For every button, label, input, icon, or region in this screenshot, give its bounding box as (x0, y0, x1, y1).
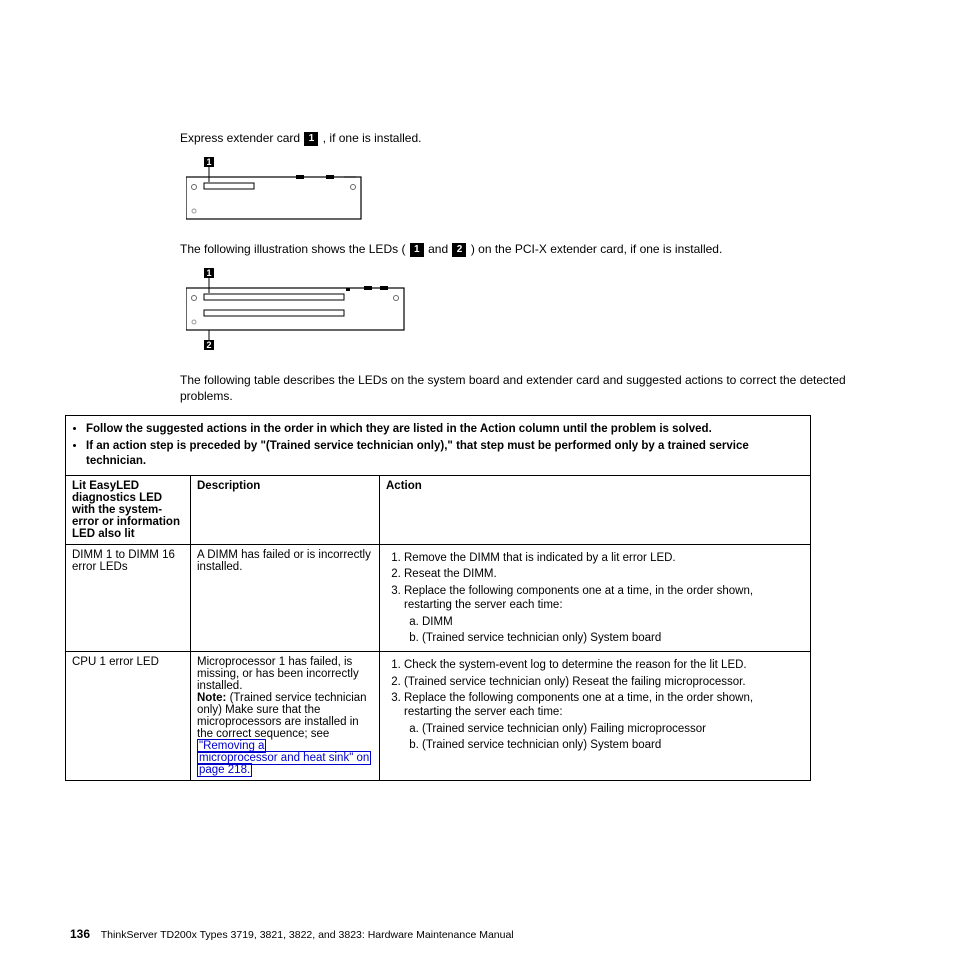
col3-header: Action (380, 476, 811, 545)
r1c3: Remove the DIMM that is indicated by a l… (380, 545, 811, 652)
diagram-pcix-extender: 1 2 (186, 268, 884, 358)
diagram-express-extender: 1 (186, 157, 884, 227)
r2-a3a: (Trained service technician only) Failin… (422, 722, 804, 736)
r1-a3: Replace the following components one at … (404, 585, 753, 611)
intro1-b: , if one is installed. (323, 131, 422, 145)
mid-b: ) on the PCI-X extender card, if one is … (471, 242, 722, 256)
r2-a3b: (Trained service technician only) System… (422, 738, 804, 752)
r1-a2: Reseat the DIMM. (404, 567, 804, 581)
led-table: Follow the suggested actions in the orde… (65, 415, 811, 781)
note-cell: Follow the suggested actions in the orde… (66, 416, 811, 476)
table-row: CPU 1 error LED Microprocessor 1 has fai… (66, 652, 811, 781)
note-2: If an action step is preceded by "(Train… (86, 440, 749, 467)
callout-2-mid-icon: 2 (452, 243, 466, 257)
mid-and: and (428, 242, 451, 256)
table-intro: The following table describes the LEDs o… (180, 372, 884, 406)
note-1: Follow the suggested actions in the orde… (86, 423, 712, 435)
r1-a3a: DIMM (422, 615, 804, 629)
intro-line-1: Express extender card 1 , if one is inst… (180, 130, 884, 147)
page-footer: 136 ThinkServer TD200x Types 3719, 3821,… (70, 927, 514, 941)
r2c2a: Microprocessor 1 has failed, is missing,… (197, 656, 359, 692)
intro1-a: Express extender card (180, 131, 303, 145)
svg-text:1: 1 (206, 157, 211, 167)
r1-a3b: (Trained service technician only) System… (422, 631, 804, 645)
footer-title: ThinkServer TD200x Types 3719, 3821, 382… (101, 929, 514, 941)
callout-1-icon: 1 (304, 132, 318, 146)
r2-a3: Replace the following components one at … (404, 692, 753, 718)
page-number: 136 (70, 927, 90, 941)
svg-text:1: 1 (206, 268, 211, 278)
r1c1: DIMM 1 to DIMM 16 error LEDs (66, 545, 191, 652)
cross-ref-link[interactable]: page 218. (197, 763, 252, 777)
r2c2: Microprocessor 1 has failed, is missing,… (191, 652, 380, 781)
col2-header: Description (191, 476, 380, 545)
r2c2-note-label: Note: (197, 692, 226, 704)
r2-a1: Check the system-event log to determine … (404, 658, 804, 672)
table-row: DIMM 1 to DIMM 16 error LEDs A DIMM has … (66, 545, 811, 652)
svg-text:2: 2 (206, 340, 211, 350)
mid-para: The following illustration shows the LED… (180, 241, 884, 258)
r2-a2: (Trained service technician only) Reseat… (404, 675, 804, 689)
mid-a: The following illustration shows the LED… (180, 242, 409, 256)
r1-a1: Remove the DIMM that is indicated by a l… (404, 551, 804, 565)
col1-header: Lit EasyLED diagnostics LED with the sys… (66, 476, 191, 545)
r1c2: A DIMM has failed or is incorrectly inst… (191, 545, 380, 652)
r2c3: Check the system-event log to determine … (380, 652, 811, 781)
callout-1-mid-icon: 1 (410, 243, 424, 257)
r2c1: CPU 1 error LED (66, 652, 191, 781)
